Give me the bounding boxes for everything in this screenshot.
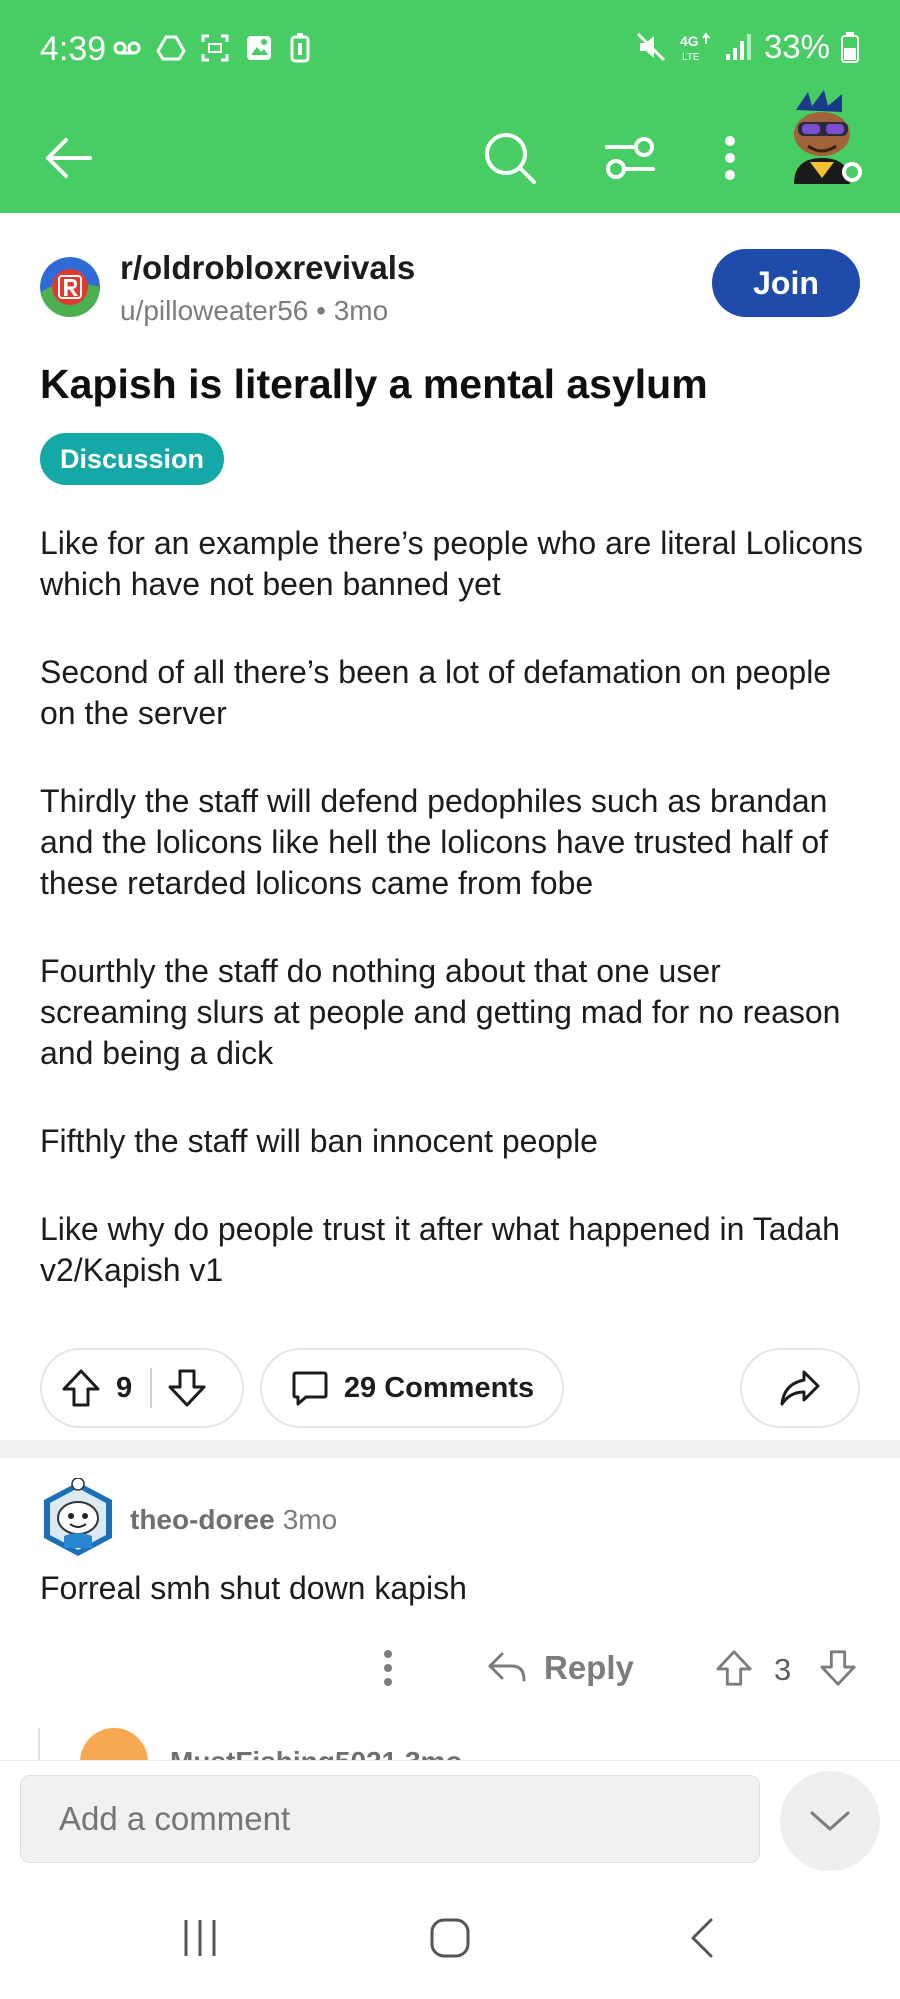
share-arrow-icon bbox=[780, 1370, 820, 1406]
collapse-button[interactable] bbox=[780, 1771, 880, 1871]
battery-saver-icon bbox=[290, 33, 310, 63]
reply-username[interactable]: MustFishing5021 3mo bbox=[170, 1746, 463, 1760]
lte-icon: 4G LTE bbox=[680, 32, 710, 63]
comment-header: theo-doree 3mo bbox=[130, 1504, 337, 1536]
battery-percent: 33% bbox=[763, 28, 830, 65]
svg-text:4G: 4G bbox=[680, 33, 699, 49]
post-paragraph: Like for an example there’s people who a… bbox=[40, 525, 863, 602]
downvote-button[interactable] bbox=[166, 1367, 208, 1409]
section-divider bbox=[0, 1440, 900, 1458]
post-meta: u/pilloweater56 • 3mo bbox=[120, 295, 388, 327]
comment-actions: Reply 3 bbox=[0, 1628, 900, 1708]
post-age: 3mo bbox=[333, 295, 389, 326]
snoo-avatar-icon bbox=[44, 1477, 112, 1556]
share-button[interactable] bbox=[740, 1348, 860, 1428]
comment-composer bbox=[0, 1760, 900, 1878]
home-icon bbox=[430, 1918, 470, 1958]
post-author[interactable]: u/pilloweater56 bbox=[120, 295, 308, 326]
reply-arrow-icon bbox=[488, 1652, 526, 1682]
upvote-button[interactable] bbox=[60, 1367, 102, 1409]
user-avatar[interactable] bbox=[782, 88, 866, 184]
post-paragraph: Like why do people trust it after what h… bbox=[40, 1211, 840, 1288]
screenshot-icon bbox=[201, 34, 229, 62]
vote-control: 9 bbox=[40, 1348, 244, 1428]
comment-bubble-icon bbox=[292, 1371, 328, 1406]
reply-thread: MustFishing5021 3mo bbox=[38, 1728, 900, 1760]
filter-sliders-icon bbox=[605, 137, 655, 179]
downvote-arrow-icon bbox=[168, 1369, 206, 1407]
post-vote-count: 9 bbox=[116, 1371, 133, 1404]
gallery-icon bbox=[247, 36, 271, 60]
more-options-button[interactable] bbox=[706, 126, 754, 190]
system-nav-bar bbox=[0, 1878, 900, 1999]
recent-apps-icon bbox=[184, 1920, 216, 1956]
post-body: Like for an example there’s people who a… bbox=[40, 523, 870, 1338]
back-arrow-icon bbox=[46, 138, 92, 178]
snoo-avatar-icon bbox=[794, 90, 862, 184]
join-button[interactable]: Join bbox=[712, 249, 860, 317]
battery-icon bbox=[841, 32, 859, 63]
post-paragraph: Thirdly the staff will defend pedophiles… bbox=[40, 783, 829, 901]
comment-age: 3mo bbox=[282, 1504, 338, 1535]
comment-upvote-button[interactable] bbox=[712, 1642, 756, 1694]
roblox-logo-icon bbox=[40, 257, 100, 317]
system-back-button[interactable] bbox=[662, 1908, 742, 1968]
reply-avatar[interactable] bbox=[80, 1728, 148, 1760]
more-vertical-icon bbox=[384, 1650, 392, 1686]
comments-count-label: 29 Comments bbox=[343, 1371, 535, 1404]
chevron-down-icon bbox=[810, 1811, 850, 1831]
reply-label: Reply bbox=[544, 1649, 634, 1686]
app-bar bbox=[0, 90, 900, 213]
system-status-icons: 4G LTE 33% bbox=[634, 28, 860, 66]
comment-downvote-button[interactable] bbox=[816, 1642, 860, 1694]
status-bar: 4:39 4G LTE 33% bbox=[0, 0, 900, 100]
subreddit-avatar[interactable] bbox=[40, 257, 100, 317]
comment-vote-count: 3 bbox=[774, 1652, 792, 1687]
filter-button[interactable] bbox=[598, 126, 662, 190]
commenter-username[interactable]: theo-doree bbox=[130, 1504, 275, 1535]
post-actions: 9 29 Comments bbox=[0, 1348, 900, 1428]
search-button[interactable] bbox=[478, 126, 542, 190]
recent-apps-button[interactable] bbox=[160, 1908, 240, 1968]
subreddit-name[interactable]: r/oldrobloxrevivals bbox=[120, 249, 415, 287]
voicemail-icon bbox=[113, 41, 141, 55]
drive-icon bbox=[156, 35, 186, 61]
post-paragraph: Fifthly the staff will ban innocent peop… bbox=[40, 1123, 598, 1159]
back-button[interactable] bbox=[38, 128, 98, 188]
notification-icons bbox=[112, 33, 312, 63]
commenter-avatar[interactable] bbox=[40, 1477, 116, 1560]
post-paragraph: Second of all there’s been a lot of defa… bbox=[40, 654, 832, 731]
chevron-left-icon bbox=[691, 1918, 713, 1958]
post-paragraph: Fourthly the staff do nothing about that… bbox=[40, 953, 841, 1071]
comment-more-button[interactable] bbox=[368, 1638, 408, 1698]
post-flair[interactable]: Discussion bbox=[40, 433, 225, 485]
search-icon bbox=[485, 133, 536, 184]
add-comment-input[interactable] bbox=[20, 1775, 760, 1863]
upvote-arrow-icon bbox=[716, 1650, 752, 1686]
status-time: 4:39 bbox=[40, 30, 107, 68]
reply-button[interactable]: Reply bbox=[486, 1638, 646, 1698]
post-title: Kapish is literally a mental asylum bbox=[40, 361, 708, 407]
mute-icon bbox=[636, 32, 665, 62]
more-vertical-icon bbox=[725, 136, 735, 180]
meta-separator: • bbox=[316, 295, 326, 326]
upvote-arrow-icon bbox=[62, 1369, 100, 1407]
signal-icon bbox=[725, 34, 751, 60]
comments-button[interactable]: 29 Comments bbox=[260, 1348, 564, 1428]
home-button[interactable] bbox=[410, 1908, 490, 1968]
vote-divider bbox=[150, 1368, 153, 1408]
comment-text: Forreal smh shut down kapish bbox=[40, 1570, 467, 1606]
downvote-arrow-icon bbox=[820, 1650, 856, 1686]
svg-text:LTE: LTE bbox=[682, 52, 700, 63]
